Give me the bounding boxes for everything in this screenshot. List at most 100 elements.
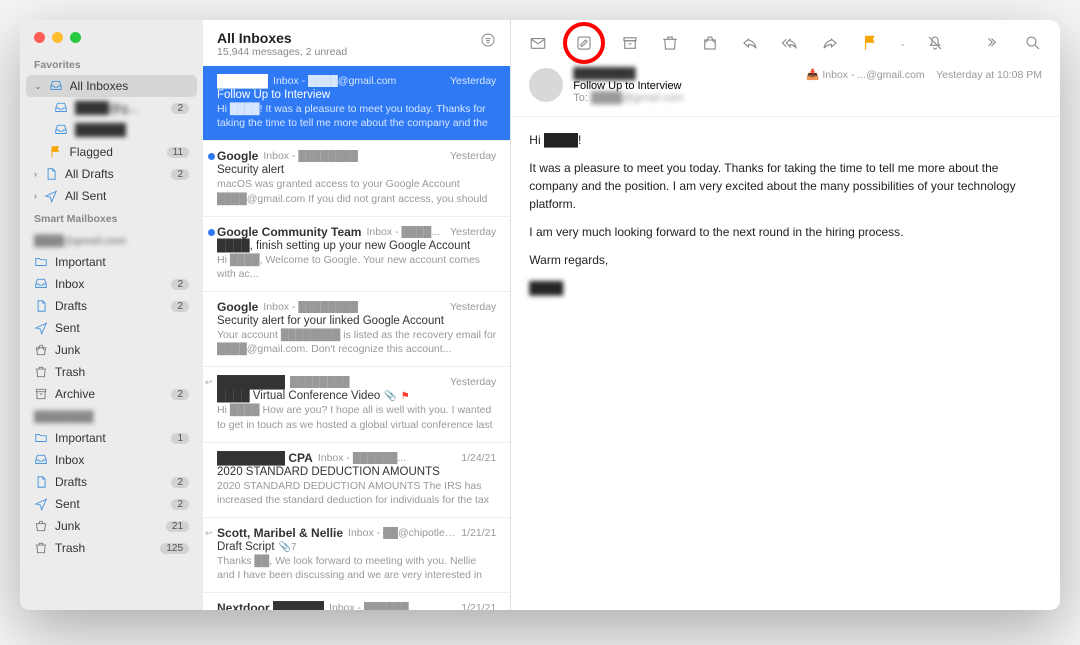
sidebar-item-label: Sent — [55, 321, 189, 335]
sidebar-item-inbox-2[interactable]: Inbox — [20, 449, 203, 471]
message-from: Google — [217, 300, 258, 314]
sidebar-item-label: Flagged — [70, 145, 160, 159]
sidebar-item-important-2[interactable]: Important 1 — [20, 427, 203, 449]
sidebar-item-drafts[interactable]: Drafts 2 — [20, 295, 203, 317]
sidebar-item-archive[interactable]: Archive 2 — [20, 383, 203, 405]
compose-button[interactable] — [573, 32, 595, 54]
sent-icon — [44, 189, 58, 203]
junk-icon — [34, 519, 48, 533]
sidebar-item-all-sent[interactable]: › All Sent — [20, 185, 203, 207]
sidebar-count-badge: 1 — [171, 433, 189, 444]
body-paragraph: It was a pleasure to meet you today. Tha… — [529, 159, 1042, 213]
chevron-down-icon[interactable]: ⌄ — [899, 39, 906, 48]
archive-button[interactable] — [619, 32, 641, 54]
junk-button[interactable] — [699, 32, 721, 54]
body-paragraph: Hi ████! — [529, 131, 1042, 149]
filter-button[interactable] — [480, 30, 496, 53]
sidebar-item-sent[interactable]: Sent — [20, 317, 203, 339]
sidebar-count-badge: 21 — [166, 521, 189, 532]
message-list: ██████Inbox - ████@gmail.comYesterdayFol… — [203, 66, 510, 610]
sidebar-count-badge: 125 — [160, 543, 189, 554]
message-meta: 📥 Inbox - ...@gmail.com Yesterday at 10:… — [806, 68, 1042, 104]
sidebar-item-label: ██████ — [75, 123, 189, 137]
message-subject: ████ Virtual Conference Video📎⚑ — [217, 390, 496, 402]
inbox-icon: 📥 — [806, 69, 819, 81]
body-paragraph: Warm regards, — [529, 251, 1042, 269]
sidebar-item-label: Drafts — [55, 299, 164, 313]
message-row[interactable]: GoogleInbox - ████████YesterdaySecurity … — [203, 141, 510, 216]
close-window-button[interactable] — [34, 32, 45, 43]
delete-button[interactable] — [659, 32, 681, 54]
replied-icon: ↩ — [205, 528, 213, 539]
inbox-icon — [54, 123, 68, 137]
sidebar-item-label: Trash — [55, 541, 153, 555]
sidebar-item-sub-inbox-2[interactable]: ██████ — [20, 119, 203, 141]
message-preview: macOS was granted access to your Google … — [217, 177, 496, 205]
sidebar-item-label: All Drafts — [65, 167, 164, 181]
attachment-icon: 📎7 — [279, 542, 297, 553]
sidebar-item-sent-2[interactable]: Sent 2 — [20, 493, 203, 515]
sidebar-item-sub-inbox-1[interactable]: ████@g... 2 — [20, 97, 203, 119]
archive-icon — [34, 387, 48, 401]
forward-button[interactable] — [819, 32, 841, 54]
message-list-pane: All Inboxes 15,944 messages, 2 unread ██… — [203, 20, 511, 610]
sidebar-item-label: All Inboxes — [70, 79, 189, 93]
inbox-icon — [54, 101, 68, 115]
trash-icon — [34, 541, 48, 555]
sidebar-count-badge: 2 — [171, 389, 189, 400]
reply-all-button[interactable] — [779, 32, 801, 54]
unread-dot-icon — [208, 153, 215, 160]
sidebar-count-badge: 2 — [171, 499, 189, 510]
message-date: 1/24/21 — [461, 452, 496, 464]
message-from: Scott, Maribel & Nellie — [217, 526, 343, 540]
sidebar-item-junk-2[interactable]: Junk 21 — [20, 515, 203, 537]
reply-button[interactable] — [739, 32, 761, 54]
sidebar-item-trash-2[interactable]: Trash 125 — [20, 537, 203, 559]
sidebar-item-label: All Sent — [65, 189, 189, 203]
mailbox-label: Inbox - ...@gmail.com — [822, 69, 924, 81]
sidebar-count-badge: 2 — [171, 477, 189, 488]
sent-icon — [34, 321, 48, 335]
message-row[interactable]: GoogleInbox - ████████YesterdaySecurity … — [203, 292, 510, 367]
message-preview: Thanks ██, We look forward to meeting wi… — [217, 554, 496, 582]
chevron-down-icon: ⌄ — [34, 81, 42, 92]
sidebar-item-drafts-2[interactable]: Drafts 2 — [20, 471, 203, 493]
sidebar-item-label: Archive — [55, 387, 164, 401]
message-header: ████████ Follow Up to Interview To: ████… — [511, 64, 1060, 117]
sidebar-item-all-inboxes[interactable]: ⌄ All Inboxes — [26, 75, 197, 97]
message-timestamp: Yesterday at 10:08 PM — [936, 69, 1042, 81]
sidebar-item-label: Inbox — [55, 277, 164, 291]
message-row[interactable]: ↩ Scott, Maribel & Nellie Inbox - ██@chipo… — [203, 518, 510, 593]
trash-icon — [34, 365, 48, 379]
sidebar-item-all-drafts[interactable]: › All Drafts 2 — [20, 163, 203, 185]
message-date: Yesterday — [450, 376, 496, 388]
message-row[interactable]: Google Community TeamInbox - ████...Yest… — [203, 217, 510, 292]
message-date: Yesterday — [450, 226, 496, 238]
sidebar-item-important[interactable]: Important — [20, 251, 203, 273]
document-icon — [34, 475, 48, 489]
sidebar-count-badge: 2 — [171, 169, 189, 180]
compose-highlight — [563, 22, 605, 64]
sidebar-item-flagged[interactable]: ⌄ Flagged 11 — [20, 141, 203, 163]
more-button[interactable] — [982, 32, 1004, 54]
sidebar-item-junk[interactable]: Junk — [20, 339, 203, 361]
mute-button[interactable] — [924, 32, 946, 54]
message-row[interactable]: ██████Inbox - ████@gmail.comYesterdayFol… — [203, 66, 510, 141]
message-date: 1/21/21 — [461, 602, 496, 610]
message-row[interactable]: Nextdoor ██████Inbox - ██████...1/21/21S… — [203, 593, 510, 610]
flag-button[interactable] — [859, 32, 881, 54]
message-row[interactable]: ↩████████████████Yesterday████ Virtual C… — [203, 367, 510, 442]
sidebar-item-label: Junk — [55, 343, 189, 357]
sidebar-item-trash[interactable]: Trash — [20, 361, 203, 383]
message-from: ████████ CPA — [217, 451, 313, 465]
message-mailbox: Inbox - ██@chipotlefilm... — [348, 527, 456, 539]
minimize-window-button[interactable] — [52, 32, 63, 43]
search-button[interactable] — [1022, 32, 1044, 54]
message-subject: 2020 STANDARD DEDUCTION AMOUNTS — [217, 466, 496, 478]
get-mail-button[interactable] — [527, 32, 549, 54]
replied-icon: ↩ — [205, 377, 213, 388]
maximize-window-button[interactable] — [70, 32, 81, 43]
sidebar-item-inbox[interactable]: Inbox 2 — [20, 273, 203, 295]
message-row[interactable]: ████████ CPAInbox - ██████...1/24/212020… — [203, 443, 510, 518]
body-signature: ████ — [529, 279, 1042, 297]
